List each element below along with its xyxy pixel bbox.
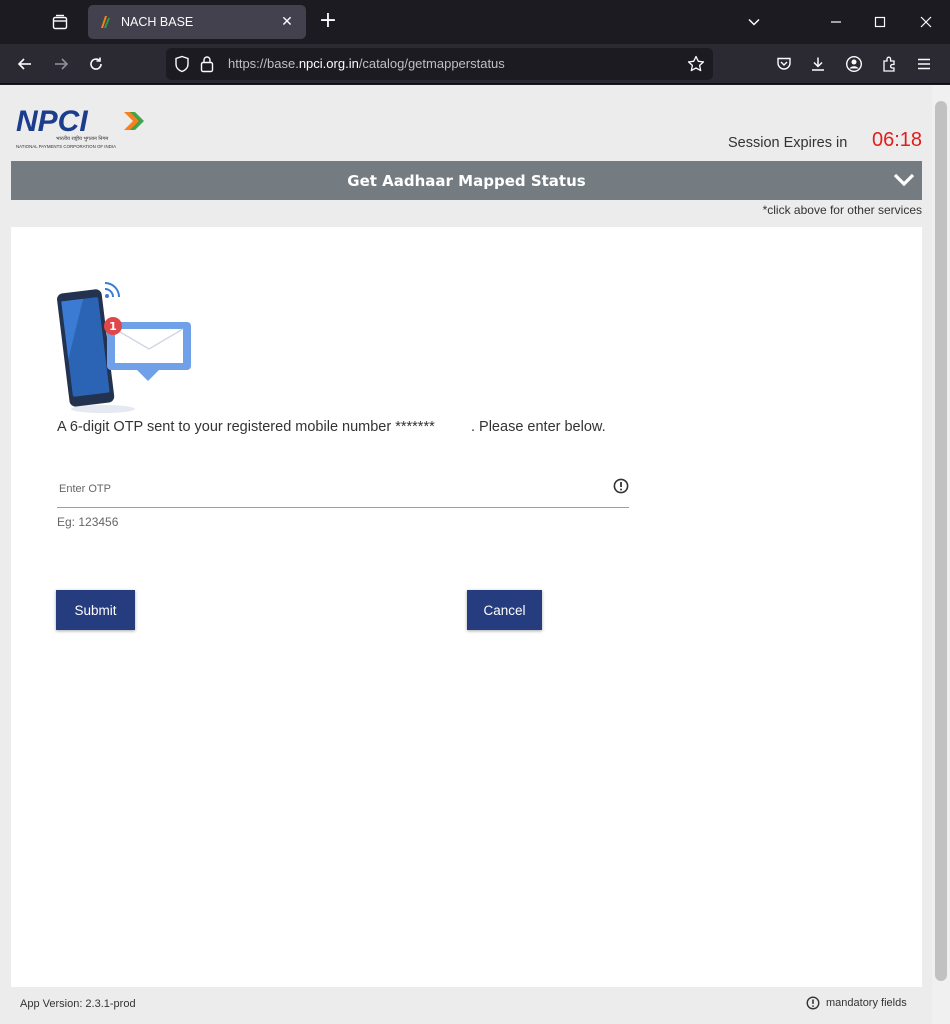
- app-version: App Version: 2.3.1-prod: [20, 998, 136, 1010]
- session-timer: 06:18: [872, 129, 923, 151]
- bookmark-star-icon[interactable]: [687, 55, 705, 73]
- tab-title: NACH BASE: [121, 15, 194, 29]
- npci-favicon-icon: [101, 16, 110, 28]
- minimize-icon[interactable]: [824, 10, 848, 34]
- address-bar[interactable]: https://base.npci.org.in/catalog/getmapp…: [166, 48, 713, 80]
- tab-close-icon[interactable]: ✕: [278, 14, 296, 30]
- browser-navbar: https://base.npci.org.in/catalog/getmapp…: [0, 44, 950, 84]
- npci-logo[interactable]: NPCI भारतीय राष्ट्रीय भुगतान निगम NATION…: [14, 105, 144, 151]
- menu-icon[interactable]: [912, 52, 936, 76]
- tab-list-icon[interactable]: [44, 8, 76, 36]
- maximize-icon[interactable]: [868, 10, 892, 34]
- otp-form-card: 1 A 6-digit OTP sent to your registered …: [11, 227, 922, 987]
- svg-text:भारतीय राष्ट्रीय भुगतान निगम: भारतीय राष्ट्रीय भुगतान निगम: [56, 135, 109, 142]
- lock-icon[interactable]: [200, 55, 214, 73]
- forward-arrow-icon[interactable]: [48, 52, 74, 76]
- other-services-hint: *click above for other services: [762, 203, 922, 217]
- back-arrow-icon[interactable]: [12, 52, 38, 76]
- submit-button[interactable]: Submit: [56, 590, 135, 630]
- svg-text:NPCI: NPCI: [16, 105, 88, 138]
- cancel-button[interactable]: Cancel: [467, 590, 542, 630]
- url-text[interactable]: https://base.npci.org.in/catalog/getmapp…: [228, 56, 505, 71]
- page-viewport: NPCI भारतीय राष्ट्रीय भुगतान निगम NATION…: [0, 85, 950, 1024]
- mobile-message-illustration: 1: [57, 282, 191, 413]
- svg-text:NATIONAL PAYMENTS CORPORATION: NATIONAL PAYMENTS CORPORATION OF INDIA: [16, 144, 116, 149]
- info-icon[interactable]: [613, 478, 629, 494]
- otp-sent-message: A 6-digit OTP sent to your registered mo…: [57, 419, 606, 435]
- scrollbar-thumb[interactable]: [935, 101, 947, 981]
- svg-text:1: 1: [109, 320, 117, 333]
- reload-icon[interactable]: [83, 52, 109, 76]
- service-title: Get Aadhaar Mapped Status: [347, 171, 586, 190]
- chevron-down-icon[interactable]: [892, 168, 916, 192]
- account-icon[interactable]: [842, 52, 866, 76]
- pocket-icon[interactable]: [772, 52, 796, 76]
- info-icon: [806, 996, 820, 1010]
- browser-titlebar: NACH BASE ✕ +: [0, 0, 950, 44]
- mandatory-fields-label: mandatory fields: [826, 997, 907, 1009]
- list-all-tabs-icon[interactable]: [742, 10, 766, 34]
- session-expiry-label: Session Expires in: [728, 135, 848, 151]
- otp-example-hint: Eg: 123456: [57, 515, 119, 529]
- page-scrollbar[interactable]: [932, 85, 950, 1024]
- tracking-shield-icon[interactable]: [174, 55, 190, 73]
- browser-tab[interactable]: NACH BASE ✕: [88, 5, 306, 39]
- service-selector-bar[interactable]: Get Aadhaar Mapped Status: [11, 161, 922, 200]
- new-tab-button[interactable]: +: [316, 9, 340, 35]
- downloads-icon[interactable]: [806, 52, 830, 76]
- otp-field: [57, 472, 629, 508]
- extensions-icon[interactable]: [878, 52, 902, 76]
- otp-input[interactable]: [57, 472, 597, 506]
- window-close-icon[interactable]: [914, 10, 938, 34]
- mandatory-fields-note: mandatory fields: [806, 996, 907, 1010]
